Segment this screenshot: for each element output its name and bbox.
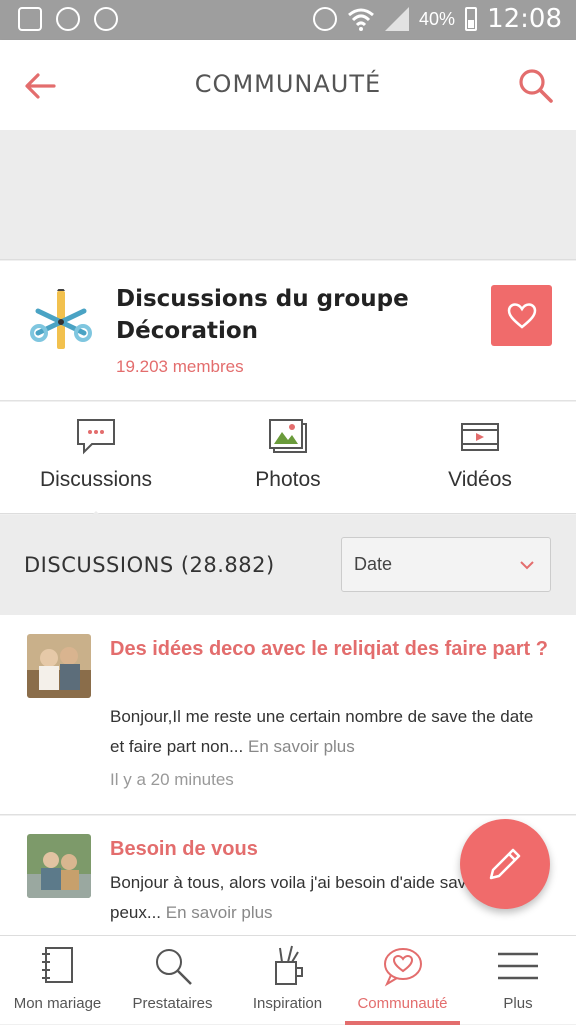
battery-percent: 40%	[419, 8, 456, 29]
battery-icon	[465, 7, 478, 31]
post-excerpt: Bonjour,Il me reste une certain nombre d…	[110, 702, 550, 762]
avatar	[27, 834, 91, 898]
group-card: Discussions du groupe Décoration 19.203 …	[0, 261, 576, 401]
nav-label: Plus	[503, 995, 533, 1012]
tab-label: Discussions	[39, 468, 153, 491]
post-title[interactable]: Des idées deco avec le reliqiat des fair…	[110, 632, 550, 666]
read-more-link[interactable]: En savoir plus	[166, 903, 273, 922]
favorite-button[interactable]	[491, 285, 552, 346]
page-title: COMMUNAUTÉ	[194, 70, 382, 98]
group-name: Discussions du groupe Décoration	[116, 286, 409, 344]
menu-icon	[498, 952, 538, 980]
signal-icon	[385, 7, 410, 31]
discussions-header: DISCUSSIONS (28.882) Date	[0, 515, 576, 615]
nav-label: Prestataires	[132, 995, 213, 1012]
heart-icon	[507, 302, 536, 329]
nav-label: Communauté	[357, 995, 448, 1012]
nav-label: Mon mariage	[13, 995, 102, 1012]
nav-communaute[interactable]: Communauté	[345, 936, 460, 1025]
search-icon[interactable]	[516, 66, 556, 106]
heart-chat-icon	[383, 948, 422, 987]
sort-value: Date	[354, 554, 393, 574]
nav-prestataires[interactable]: Prestataires	[115, 936, 230, 1025]
sort-dropdown[interactable]: Date	[341, 537, 551, 592]
discussion-post[interactable]: Des idées deco avec le reliqiat des fair…	[0, 615, 576, 815]
post-time: Il y a 20 minutes	[110, 770, 234, 789]
read-more-link[interactable]: En savoir plus	[248, 737, 355, 756]
tab-videos[interactable]: Vidéos	[384, 402, 576, 514]
tab-label: Photos	[255, 468, 321, 491]
nav-plus[interactable]: Plus	[460, 936, 576, 1025]
ad-banner	[0, 130, 576, 260]
photos-icon	[269, 419, 307, 453]
group-members-count: 19.203 membres	[116, 357, 244, 376]
tab-discussions[interactable]: Discussions	[0, 402, 192, 514]
discussions-count-heading: DISCUSSIONS (28.882)	[24, 553, 275, 577]
active-nav-indicator	[345, 1021, 460, 1025]
tab-label: Vidéos	[448, 468, 512, 491]
app-bar: COMMUNAUTÉ	[0, 40, 576, 130]
gallery-notification-icon	[18, 7, 42, 31]
clock: 12:08	[487, 4, 562, 34]
wifi-icon	[348, 8, 374, 31]
tab-photos[interactable]: Photos	[192, 402, 384, 514]
avatar	[27, 634, 91, 698]
nav-label: Inspiration	[252, 995, 323, 1012]
decoration-group-logo	[30, 289, 92, 349]
new-post-fab[interactable]	[460, 819, 550, 909]
chat-bubble-icon	[77, 419, 115, 455]
search-icon	[155, 949, 192, 985]
pencil-cup-icon	[274, 945, 303, 985]
alarm-icon	[313, 7, 338, 31]
settings-notification-icon	[94, 7, 118, 31]
bottom-navigation: Mon mariage Prestataires Inspiration Com…	[0, 935, 576, 1025]
video-icon	[461, 423, 499, 451]
nav-inspiration[interactable]: Inspiration	[230, 936, 345, 1025]
nav-mon-mariage[interactable]: Mon mariage	[0, 936, 115, 1025]
group-tabs: Discussions Photos Vidéos	[0, 402, 576, 514]
app-notification-icon	[56, 7, 80, 31]
chevron-down-icon	[520, 561, 534, 570]
pencil-icon	[489, 848, 521, 880]
notebook-icon	[41, 947, 73, 983]
status-bar: 40% 12:08	[0, 0, 576, 40]
